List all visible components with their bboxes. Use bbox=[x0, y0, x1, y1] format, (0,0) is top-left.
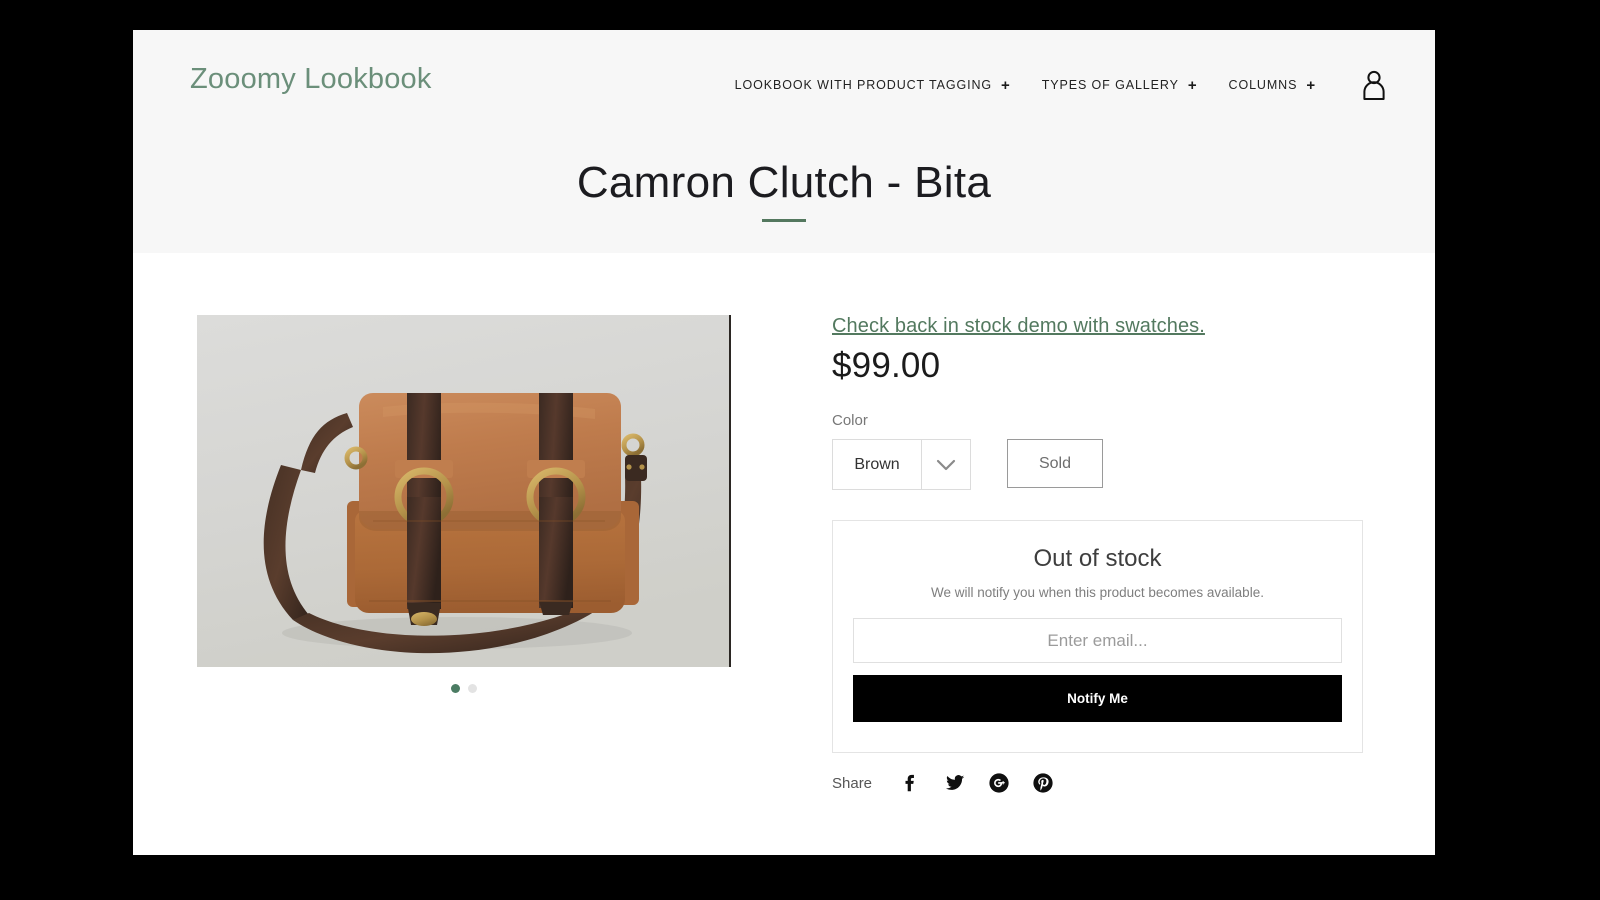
sold-button[interactable]: Sold bbox=[1007, 439, 1103, 488]
gallery-pagination-dots bbox=[197, 684, 731, 693]
product-area: Check back in stock demo with swatches. … bbox=[133, 253, 1435, 855]
color-select-value: Brown bbox=[854, 455, 900, 473]
pinterest-icon[interactable] bbox=[1032, 772, 1054, 794]
header-bar: Zooomy Lookbook LOOKBOOK WITH PRODUCT TA… bbox=[133, 30, 1435, 140]
plus-icon: + bbox=[1187, 76, 1198, 94]
out-of-stock-title: Out of stock bbox=[1033, 545, 1162, 572]
next-slide-edge bbox=[729, 315, 731, 667]
nav-item-label: COLUMNS bbox=[1228, 78, 1298, 92]
site-logo[interactable]: Zooomy Lookbook bbox=[190, 63, 432, 96]
page-frame: Zooomy Lookbook LOOKBOOK WITH PRODUCT TA… bbox=[133, 30, 1435, 855]
gallery-dot-1[interactable] bbox=[451, 684, 460, 693]
product-details: Check back in stock demo with swatches. … bbox=[832, 315, 1366, 794]
plus-icon: + bbox=[1001, 76, 1011, 94]
color-label: Color bbox=[832, 412, 868, 429]
chevron-down-icon bbox=[921, 440, 970, 489]
gallery-dot-2[interactable] bbox=[468, 684, 477, 693]
twitter-icon[interactable] bbox=[944, 772, 966, 794]
plus-icon: + bbox=[1306, 76, 1316, 94]
user-icon[interactable] bbox=[1361, 70, 1387, 100]
nav-item-lookbook-with-product-tagging[interactable]: LOOKBOOK WITH PRODUCT TAGGING + bbox=[735, 78, 1011, 93]
google-plus-icon[interactable] bbox=[988, 772, 1010, 794]
nav-item-label: LOOKBOOK WITH PRODUCT TAGGING bbox=[734, 78, 993, 92]
nav-item-columns[interactable]: COLUMNS + bbox=[1229, 78, 1316, 93]
page-title: Camron Clutch - Bita bbox=[576, 158, 992, 207]
variant-row: Brown Sold bbox=[832, 439, 1366, 490]
title-divider bbox=[762, 219, 806, 222]
out-of-stock-subtitle: We will notify you when this product bec… bbox=[931, 585, 1264, 600]
main-navigation: LOOKBOOK WITH PRODUCT TAGGING + TYPES OF… bbox=[735, 70, 1387, 100]
out-of-stock-notify-box: Out of stock We will notify you when thi… bbox=[832, 520, 1363, 753]
nav-item-types-of-gallery[interactable]: TYPES OF GALLERY + bbox=[1042, 78, 1198, 93]
share-row: Share bbox=[832, 772, 1366, 794]
product-price: $99.00 bbox=[832, 346, 941, 385]
nav-item-label: TYPES OF GALLERY bbox=[1041, 78, 1179, 92]
back-in-stock-demo-link[interactable]: Check back in stock demo with swatches. bbox=[832, 315, 1205, 338]
site-header: Zooomy Lookbook LOOKBOOK WITH PRODUCT TA… bbox=[133, 30, 1435, 253]
email-input[interactable] bbox=[853, 618, 1342, 663]
product-image bbox=[197, 315, 731, 667]
color-select[interactable]: Brown bbox=[832, 439, 971, 490]
share-label: Share bbox=[832, 774, 873, 792]
product-image-slide[interactable] bbox=[197, 315, 731, 667]
facebook-icon[interactable] bbox=[900, 772, 922, 794]
product-gallery bbox=[197, 315, 731, 693]
notify-me-button[interactable]: Notify Me bbox=[853, 675, 1342, 722]
